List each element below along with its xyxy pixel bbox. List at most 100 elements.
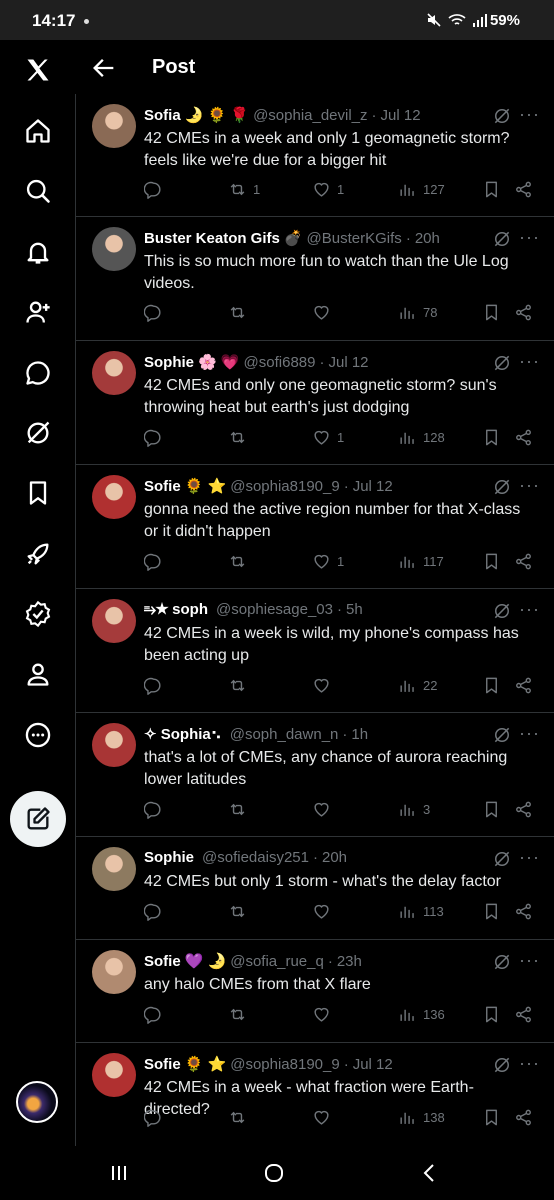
reply-post[interactable]: Sofie 💜 🌛 @sofia_rue_q · 23h ··· any hal… (76, 940, 554, 1043)
recents-button[interactable] (99, 1158, 139, 1188)
more-options-icon[interactable]: ··· (519, 723, 540, 744)
views-button[interactable]: 113 (398, 900, 444, 922)
repost-button[interactable] (228, 1003, 253, 1025)
bookmarks-icon[interactable] (16, 471, 60, 515)
messages-icon[interactable] (16, 351, 60, 395)
reply-post[interactable]: ✧ Sophia⠢ @soph_dawn_n · 1h ··· that's a… (76, 713, 554, 837)
more-options-icon[interactable]: ··· (519, 950, 540, 971)
author-name[interactable]: Sofie (144, 478, 181, 495)
avatar[interactable] (92, 723, 136, 767)
share-button[interactable] (514, 301, 533, 323)
grok-icon[interactable] (16, 411, 60, 455)
author-handle[interactable]: @sophia8190_9 (230, 478, 339, 495)
bookmark-button[interactable] (482, 550, 501, 572)
like-button[interactable] (312, 301, 337, 323)
share-button[interactable] (514, 550, 533, 572)
bookmark-button[interactable] (482, 674, 501, 696)
views-button[interactable]: 138 (398, 1106, 445, 1128)
repost-button[interactable] (228, 1106, 253, 1128)
avatar[interactable] (92, 1053, 136, 1097)
author-name[interactable]: ✧ Sophia⠢ (144, 725, 222, 743)
notifications-icon[interactable] (16, 230, 60, 274)
back-nav-button[interactable] (410, 1158, 450, 1188)
verified-icon[interactable] (16, 592, 60, 636)
reply-button[interactable] (144, 426, 169, 448)
repost-button[interactable] (228, 674, 253, 696)
grok-icon[interactable] (492, 1055, 512, 1075)
reply-post[interactable]: Sofie 🌻 ⭐ @sophia8190_9 · Jul 12 ··· 42 … (76, 1043, 554, 1147)
bookmark-button[interactable] (482, 798, 501, 820)
avatar[interactable] (92, 351, 136, 395)
reply-post[interactable]: Sophie @sofiedaisy251 · 20h ··· 42 CMEs … (76, 837, 554, 940)
grok-icon[interactable] (492, 229, 512, 249)
reply-post[interactable]: Sofia 🌛 🌻 🌹 @sophia_devil_z · Jul 12 ···… (76, 94, 554, 217)
views-button[interactable]: 22 (398, 674, 437, 696)
reply-post[interactable]: Sophie 🌸 💗 @sofi6889 · Jul 12 ··· 42 CME… (76, 341, 554, 465)
author-handle[interactable]: @sofiedaisy251 (202, 849, 309, 866)
like-button[interactable] (312, 1003, 337, 1025)
bookmark-button[interactable] (482, 1106, 501, 1128)
bookmark-button[interactable] (482, 900, 501, 922)
profile-icon[interactable] (16, 652, 60, 696)
reply-button[interactable] (144, 674, 169, 696)
like-button[interactable] (312, 900, 337, 922)
like-button[interactable] (312, 1106, 337, 1128)
more-options-icon[interactable]: ··· (519, 227, 540, 248)
grok-icon[interactable] (492, 952, 512, 972)
reply-button[interactable] (144, 178, 169, 200)
avatar[interactable] (92, 475, 136, 519)
more-options-icon[interactable]: ··· (519, 1053, 540, 1074)
author-handle[interactable]: @sophiesage_03 (216, 601, 333, 618)
grok-icon[interactable] (492, 849, 512, 869)
reply-button[interactable] (144, 1106, 169, 1128)
compose-button[interactable] (10, 791, 66, 847)
grok-icon[interactable] (492, 477, 512, 497)
author-name[interactable]: Buster Keaton Gifs (144, 230, 280, 247)
author-name[interactable]: Sophie (144, 849, 194, 866)
avatar[interactable] (92, 847, 136, 891)
grok-icon[interactable] (492, 106, 512, 126)
reply-post[interactable]: Sofie 🌻 ⭐ @sophia8190_9 · Jul 12 ··· gon… (76, 465, 554, 589)
share-button[interactable] (514, 178, 533, 200)
more-options-icon[interactable]: ··· (519, 847, 540, 868)
author-handle[interactable]: @sofia_rue_q (230, 953, 324, 970)
follow-icon[interactable] (16, 290, 60, 334)
share-button[interactable] (514, 798, 533, 820)
reply-button[interactable] (144, 900, 169, 922)
views-button[interactable]: 117 (398, 550, 444, 572)
share-button[interactable] (514, 900, 533, 922)
rocket-icon[interactable] (16, 532, 60, 576)
author-name[interactable]: Sofie (144, 953, 181, 970)
like-button[interactable] (312, 798, 337, 820)
grok-icon[interactable] (492, 353, 512, 373)
repost-button[interactable] (228, 426, 253, 448)
avatar[interactable] (92, 950, 136, 994)
views-button[interactable]: 127 (398, 178, 445, 200)
reply-button[interactable] (144, 798, 169, 820)
reply-post[interactable]: ⥱★ soph @sophiesage_03 · 5h ··· 42 CMEs … (76, 589, 554, 713)
search-icon[interactable] (16, 169, 60, 213)
more-options-icon[interactable]: ··· (519, 351, 540, 372)
share-button[interactable] (514, 426, 533, 448)
author-name[interactable]: Sofia (144, 107, 181, 124)
bookmark-button[interactable] (482, 426, 501, 448)
reply-button[interactable] (144, 301, 169, 323)
repost-button[interactable] (228, 798, 253, 820)
author-handle[interactable]: @sofi6889 (244, 354, 316, 371)
back-arrow-icon[interactable] (90, 54, 118, 82)
more-options-icon[interactable]: ··· (519, 599, 540, 620)
author-name[interactable]: Sophie (144, 354, 194, 371)
reply-button[interactable] (144, 550, 169, 572)
bookmark-button[interactable] (482, 301, 501, 323)
like-button[interactable]: 1 (312, 426, 344, 448)
author-handle[interactable]: @sophia8190_9 (230, 1056, 339, 1073)
avatar[interactable] (92, 104, 136, 148)
avatar[interactable] (92, 227, 136, 271)
views-button[interactable]: 78 (398, 301, 437, 323)
share-button[interactable] (514, 1106, 533, 1128)
grok-icon[interactable] (492, 601, 512, 621)
author-name[interactable]: ⥱★ soph (144, 601, 208, 618)
share-button[interactable] (514, 674, 533, 696)
account-avatar[interactable] (16, 1081, 58, 1123)
views-button[interactable]: 136 (398, 1003, 445, 1025)
